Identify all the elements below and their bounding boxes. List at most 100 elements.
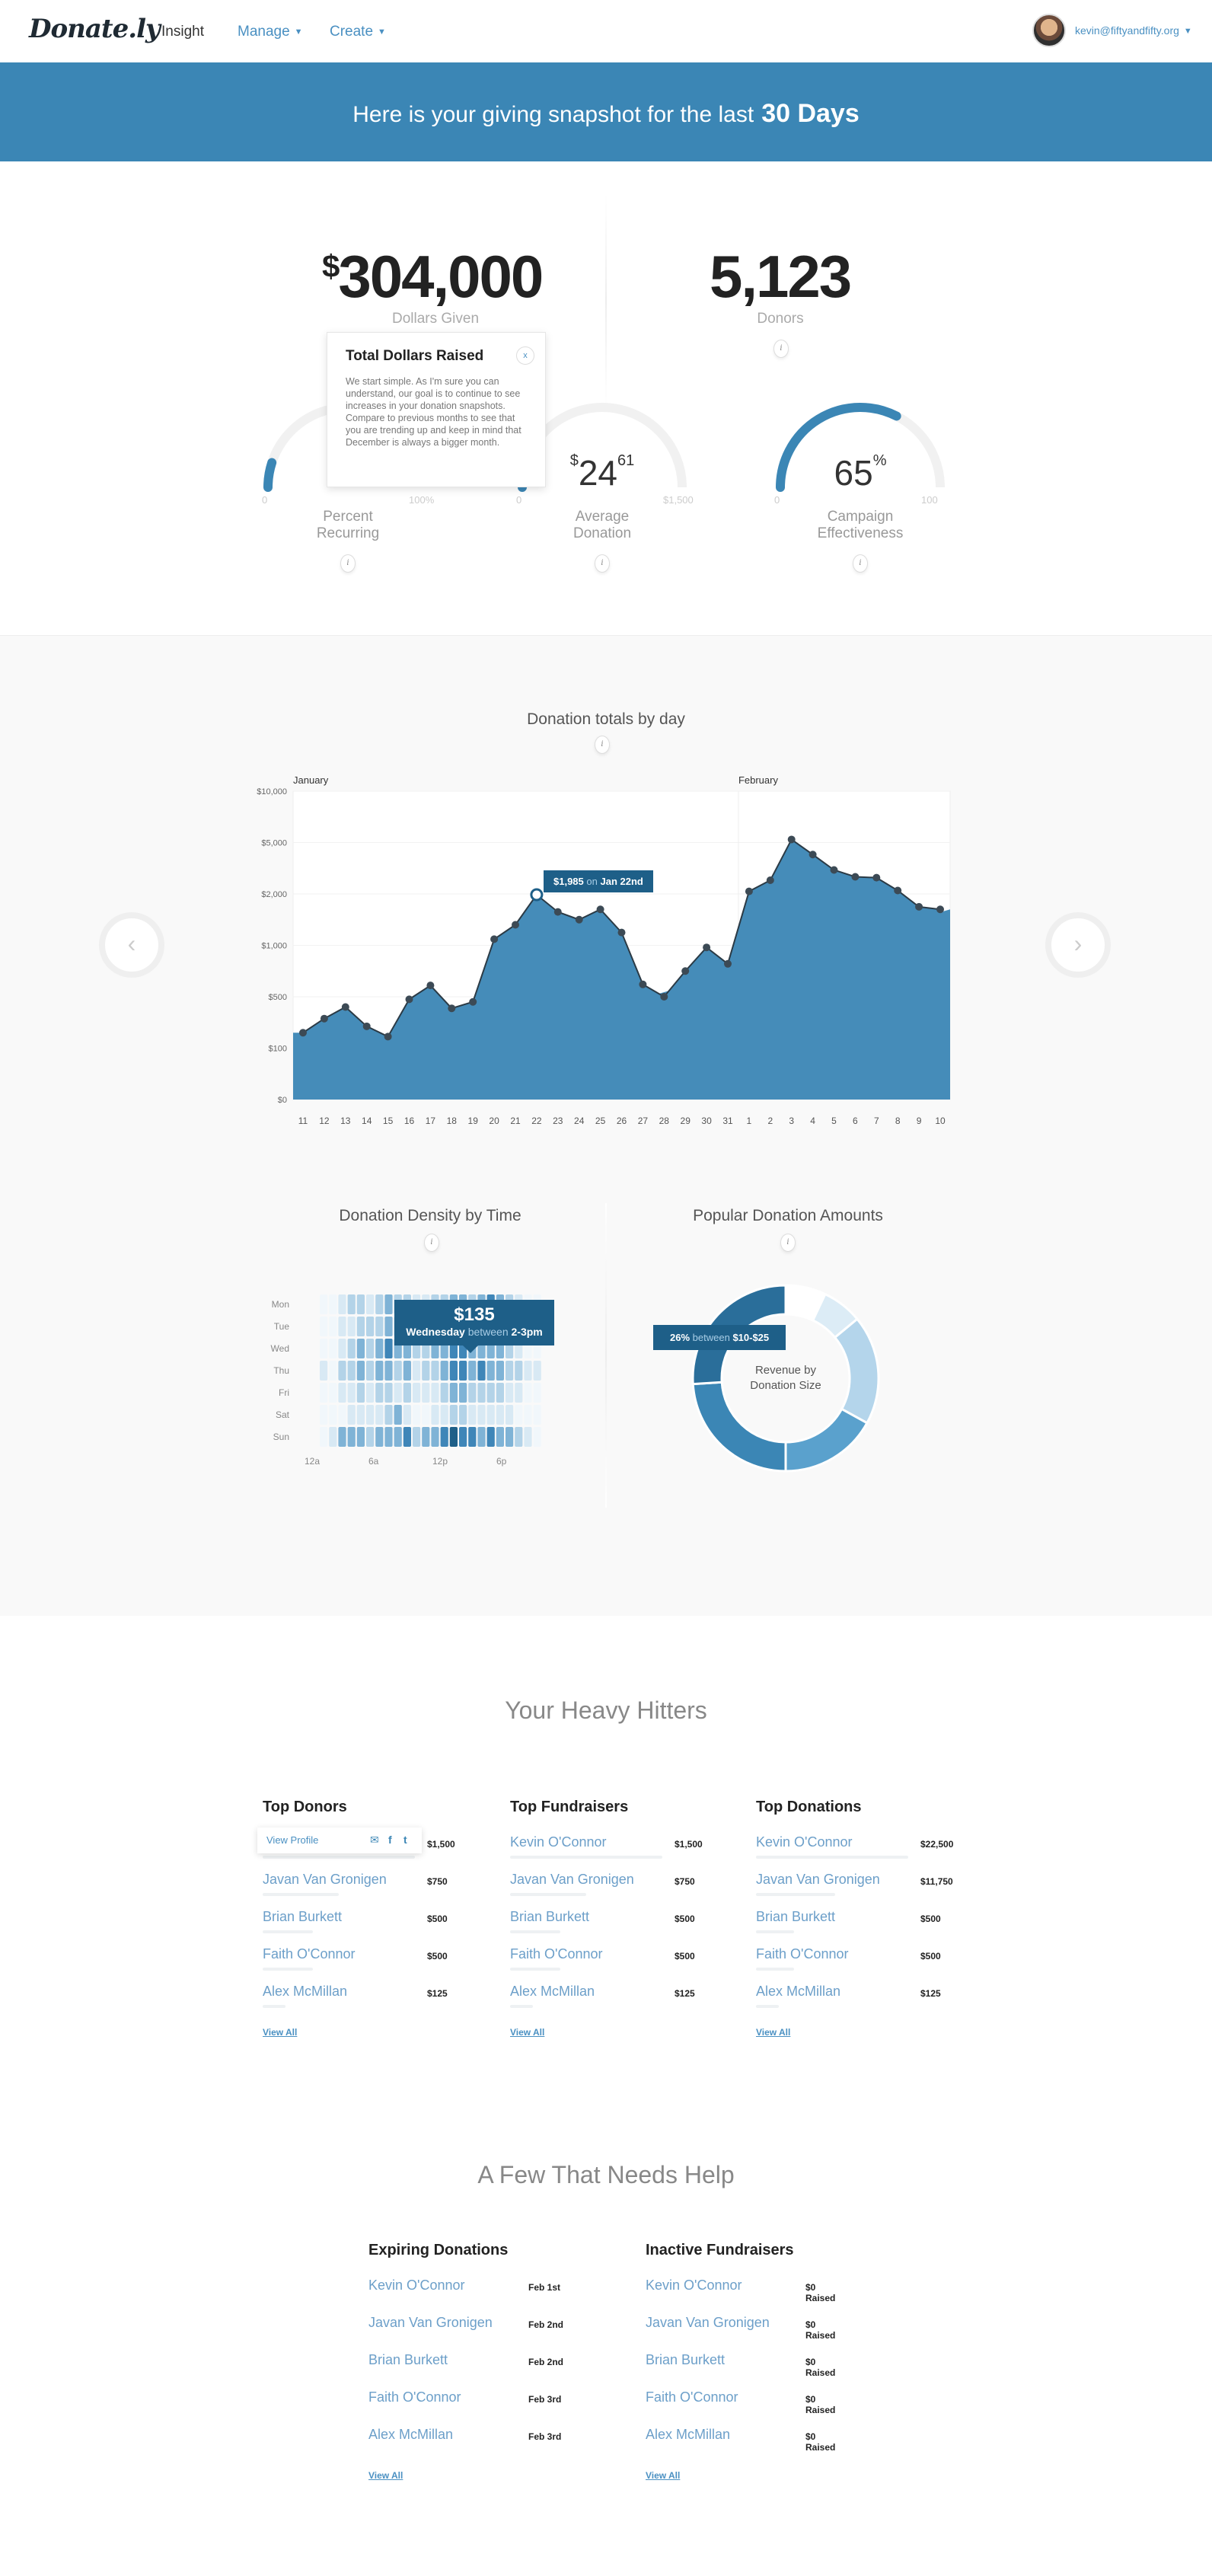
avatar[interactable]	[1032, 14, 1066, 47]
twitter-icon[interactable]: t	[403, 1834, 407, 1846]
density-cell	[366, 1427, 375, 1447]
nav-create[interactable]: Create ▼	[330, 24, 386, 40]
tooltip-amount: $1,985	[553, 876, 584, 887]
heavy-hitters-title: Your Heavy Hitters	[505, 1697, 707, 1724]
density-cell	[403, 1383, 411, 1403]
density-cell	[431, 1383, 439, 1403]
density-cell	[347, 1294, 356, 1314]
value-bar	[263, 1968, 313, 1971]
chart-prev-button[interactable]: ‹	[99, 912, 164, 978]
density-cell	[524, 1405, 532, 1425]
density-cell	[431, 1427, 439, 1447]
density-cell	[403, 1361, 411, 1381]
data-point	[405, 995, 413, 1004]
data-point	[384, 1033, 392, 1041]
data-point	[724, 959, 732, 968]
logo[interactable]: Donate.ly	[29, 14, 161, 44]
density-tooltip-amount: $135	[454, 1304, 495, 1325]
view-profile-link[interactable]: View Profile	[266, 1834, 318, 1846]
tooltip-body: We start simple. As I'm sure you can und…	[346, 376, 521, 448]
density-cell	[329, 1405, 337, 1425]
list-item: Faith O'Connor $500	[263, 1946, 461, 1984]
data-point	[787, 835, 796, 844]
view-all-link[interactable]: View All	[646, 2470, 844, 2481]
value-bar	[756, 2005, 779, 2008]
x-tick-label: 21	[510, 1116, 521, 1126]
density-cell	[375, 1294, 384, 1314]
nav-manage[interactable]: Manage ▼	[238, 24, 303, 40]
currency-symbol: $	[322, 248, 340, 284]
x-tick-label: 23	[553, 1116, 563, 1126]
value-bar	[510, 1856, 662, 1859]
mail-icon[interactable]: ✉	[370, 1834, 379, 1847]
list-value: Feb 2nd	[528, 2319, 564, 2330]
density-cell	[524, 1383, 532, 1403]
user-menu[interactable]: kevin@fiftyandfifty.org ▼	[1075, 24, 1192, 37]
info-icon[interactable]: i	[595, 554, 610, 573]
list-value: $0 Raised	[805, 2282, 836, 2303]
density-cell	[496, 1405, 504, 1425]
facebook-icon[interactable]: f	[388, 1834, 392, 1846]
density-cell	[515, 1383, 523, 1403]
density-cell	[459, 1427, 467, 1447]
density-cell	[459, 1405, 467, 1425]
dollars-given-value: $304,000	[322, 242, 544, 311]
chevron-left-icon: ‹	[127, 930, 136, 957]
info-icon[interactable]: i	[595, 736, 610, 754]
x-tick-label: 15	[383, 1116, 394, 1126]
density-cell	[375, 1405, 384, 1425]
density-cell	[431, 1405, 439, 1425]
x-tick-label: 2	[767, 1116, 773, 1126]
y-tick-label: $2,000	[261, 890, 287, 899]
density-cell	[486, 1361, 495, 1381]
list-item: Brian Burkett $500	[756, 1909, 954, 1946]
x-tick-label: 27	[638, 1116, 649, 1126]
view-all-link[interactable]: View All	[368, 2470, 566, 2481]
x-tick-label: 18	[447, 1116, 458, 1126]
donut-tooltip: 26% between $10-$25	[653, 1325, 786, 1350]
data-point	[448, 1004, 456, 1013]
density-cell	[468, 1361, 477, 1381]
x-tick-label: 30	[701, 1116, 712, 1126]
density-cell	[486, 1405, 495, 1425]
x-tick-label: 20	[489, 1116, 499, 1126]
list-value: $500	[427, 1951, 448, 1962]
density-cell	[515, 1427, 523, 1447]
divider	[605, 194, 607, 407]
needs-help-column-title: Expiring Donations	[368, 2242, 509, 2258]
info-icon[interactable]: i	[773, 340, 789, 358]
density-cell	[347, 1361, 356, 1381]
data-point-highlight	[530, 888, 544, 902]
nav-insight[interactable]: Insight	[161, 24, 204, 40]
density-tooltip-when: Wednesday between 2-3pm	[394, 1326, 554, 1338]
list-value: $500	[920, 1951, 941, 1962]
density-cell	[496, 1383, 504, 1403]
density-cell	[413, 1361, 421, 1381]
x-tick-label: 1	[747, 1116, 752, 1126]
day-label: Tue	[274, 1321, 290, 1332]
density-cell	[384, 1427, 393, 1447]
info-icon[interactable]: i	[424, 1234, 439, 1252]
view-all-link[interactable]: View All	[510, 2027, 708, 2038]
info-icon[interactable]: i	[853, 554, 868, 573]
banner-period[interactable]: 30 Days	[761, 99, 860, 128]
x-tick-label: 25	[595, 1116, 606, 1126]
value-bar	[510, 1968, 560, 1971]
close-icon[interactable]: x	[516, 346, 534, 365]
info-icon[interactable]: i	[780, 1234, 796, 1252]
donut-tooltip-between: between	[692, 1332, 730, 1343]
view-all-link[interactable]: View All	[263, 2027, 461, 2038]
list-item: Brian Burkett $500	[510, 1909, 708, 1946]
density-cell	[440, 1361, 448, 1381]
view-all-link[interactable]: View All	[756, 2027, 954, 2038]
heavy-hitters-column: Top Fundraisers Kevin O'Connor $1,500 Javan…	[510, 1799, 708, 2038]
list-item: Brian Burkett $0 Raised	[646, 2352, 844, 2389]
data-point	[575, 915, 583, 924]
nav-create-label: Create	[330, 24, 374, 40]
info-icon[interactable]: i	[340, 554, 356, 573]
value-bar	[263, 1930, 313, 1933]
density-tooltip-between: between	[467, 1326, 509, 1338]
chart-next-button[interactable]: ›	[1045, 912, 1111, 978]
list-value: $11,750	[920, 1876, 953, 1887]
user-email: kevin@fiftyandfifty.org	[1075, 24, 1179, 37]
